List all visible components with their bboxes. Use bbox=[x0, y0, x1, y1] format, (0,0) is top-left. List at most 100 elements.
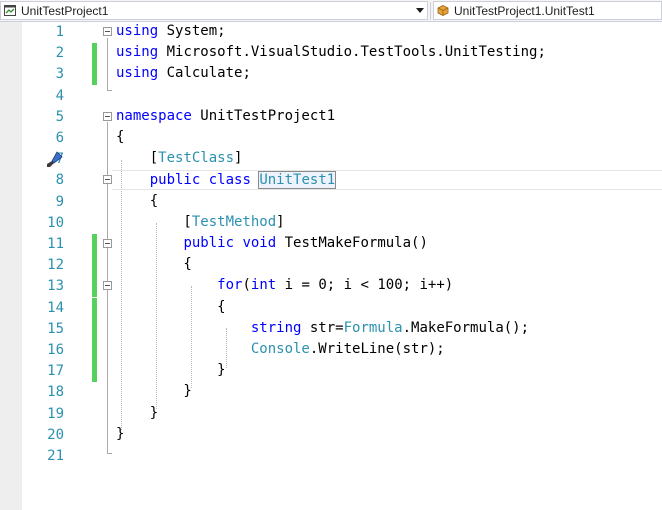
line-number: 2 bbox=[55, 45, 64, 62]
collapse-toggle-icon[interactable] bbox=[103, 239, 112, 248]
keyword-token: using bbox=[116, 44, 159, 61]
code-line-14[interactable]: 14 { bbox=[22, 297, 662, 319]
code-line-16[interactable]: 16 Console.WriteLine(str); bbox=[22, 340, 662, 361]
collapse-toggle-icon[interactable] bbox=[103, 27, 112, 36]
line-number: 6 bbox=[55, 130, 64, 146]
project-dropdown-label: UnitTestProject1 bbox=[21, 4, 109, 18]
code-line-12[interactable]: 12 { bbox=[22, 255, 662, 277]
keyword-token: int bbox=[250, 277, 277, 294]
code-editor[interactable]: 1 using System; 2 using Microsoft.VisualStu… bbox=[22, 22, 662, 510]
code-text: { bbox=[116, 129, 124, 145]
code-line-20[interactable]: 20} bbox=[22, 425, 662, 446]
line-number: 11 bbox=[47, 236, 64, 252]
change-tracking-bar bbox=[92, 318, 97, 340]
type-token: TestMethod bbox=[191, 213, 277, 230]
code-token: { bbox=[116, 192, 159, 209]
code-token: { bbox=[116, 298, 226, 315]
code-text: [TestClass] bbox=[116, 150, 243, 167]
line-number: 18 bbox=[47, 384, 64, 401]
member-dropdown[interactable]: UnitTestProject1.UnitTest1 bbox=[433, 1, 662, 20]
chevron-down-icon bbox=[416, 8, 424, 13]
code-line-8[interactable]: 8 public class UnitTest1 bbox=[22, 170, 662, 191]
code-text: { bbox=[116, 193, 158, 209]
code-text: } bbox=[116, 383, 192, 400]
code-line-13[interactable]: 13 for(int i = 0; i < 100; i++) bbox=[22, 276, 662, 298]
code-line-1[interactable]: 1 using System; bbox=[22, 22, 662, 43]
code-text: } bbox=[116, 426, 124, 442]
code-token: i = 0; i < 100; i++) bbox=[276, 277, 454, 294]
line-number: 15 bbox=[47, 320, 64, 337]
dropdown-divider bbox=[430, 2, 431, 20]
line-number: 4 bbox=[55, 87, 64, 104]
code-token: TestMakeFormula() bbox=[276, 235, 428, 251]
collapse-toggle-icon[interactable] bbox=[103, 175, 112, 185]
change-tracking-bar bbox=[92, 297, 97, 319]
code-line-9[interactable]: 9 { bbox=[22, 192, 662, 213]
code-token: { bbox=[116, 129, 125, 145]
line-number: 3 bbox=[55, 66, 64, 83]
code-text: for(int i = 0; i < 100; i++) bbox=[116, 277, 453, 293]
collapse-toggle-icon[interactable] bbox=[103, 111, 112, 121]
change-tracking-bar bbox=[92, 43, 97, 65]
code-line-2[interactable]: 2 using Microsoft.VisualStudio.TestTools.… bbox=[22, 43, 662, 65]
change-tracking-bar bbox=[92, 255, 97, 277]
code-token: [ bbox=[116, 213, 192, 230]
code-token: str= bbox=[301, 319, 344, 336]
code-text: { bbox=[116, 298, 226, 315]
code-line-11[interactable]: 11 public void TestMakeFormula() bbox=[22, 234, 662, 255]
code-token: System; bbox=[158, 23, 226, 39]
code-line-15[interactable]: 15 string str=Formula.MakeFormula(); bbox=[22, 318, 662, 340]
code-text: } bbox=[116, 362, 226, 379]
code-token: UnitTestProject1 bbox=[191, 107, 336, 124]
code-text: [TestMethod] bbox=[116, 213, 285, 230]
quick-actions-icon[interactable] bbox=[44, 150, 64, 170]
code-line-7[interactable]: 7 [TestClass] bbox=[22, 149, 662, 170]
text-caret bbox=[335, 171, 337, 188]
code-line-3[interactable]: 3 using Calculate; bbox=[22, 64, 662, 86]
collapse-toggle-icon[interactable] bbox=[103, 281, 112, 291]
code-line-10[interactable]: 10 [TestMethod] bbox=[22, 213, 662, 234]
code-line-18[interactable]: 18 } bbox=[22, 382, 662, 403]
project-dropdown[interactable]: UnitTestProject1 bbox=[0, 1, 428, 20]
code-text: Console.WriteLine(str); bbox=[116, 341, 445, 357]
code-token: ] bbox=[276, 213, 285, 230]
code-token: } bbox=[116, 383, 192, 400]
project-icon bbox=[4, 5, 16, 16]
code-line-21[interactable]: 21 bbox=[22, 446, 662, 467]
code-token: } bbox=[116, 404, 159, 421]
line-number: 19 bbox=[47, 405, 64, 422]
code-token: [ bbox=[116, 150, 159, 167]
member-dropdown-label: UnitTestProject1.UnitTest1 bbox=[454, 4, 595, 18]
line-number: 14 bbox=[47, 299, 64, 316]
code-text: using System; bbox=[116, 23, 226, 39]
line-number: 16 bbox=[47, 342, 64, 358]
change-tracking-bar bbox=[92, 340, 97, 361]
keyword-token: using bbox=[116, 23, 159, 39]
keyword-token: public bbox=[149, 172, 201, 189]
type-token: UnitTest1 bbox=[258, 171, 337, 190]
code-text: using Microsoft.VisualStudio.TestTools.U… bbox=[116, 44, 546, 60]
code-line-4[interactable]: 4 bbox=[22, 86, 662, 107]
keyword-token: for bbox=[217, 277, 243, 294]
line-number: 1 bbox=[55, 24, 64, 40]
code-text: { bbox=[116, 256, 192, 273]
keyword-token: namespace bbox=[116, 107, 192, 124]
code-line-19[interactable]: 19 } bbox=[22, 404, 662, 425]
change-tracking-bar bbox=[92, 234, 97, 255]
line-number: 21 bbox=[47, 448, 64, 464]
code-token: { bbox=[116, 256, 192, 273]
code-token: } bbox=[116, 425, 125, 442]
code-text: string str=Formula.MakeFormula(); bbox=[116, 320, 529, 336]
code-token: ( bbox=[242, 277, 251, 294]
type-token: Console bbox=[250, 341, 310, 357]
code-token: } bbox=[116, 362, 226, 379]
code-line-17[interactable]: 17 } bbox=[22, 361, 662, 383]
keyword-token: string bbox=[250, 319, 302, 336]
line-number: 9 bbox=[55, 193, 64, 210]
code-line-5[interactable]: 5 namespace UnitTestProject1 bbox=[22, 107, 662, 128]
code-token: .MakeFormula(); bbox=[402, 319, 530, 336]
code-line-6[interactable]: 6{ bbox=[22, 128, 662, 149]
line-number: 20 bbox=[47, 426, 64, 443]
